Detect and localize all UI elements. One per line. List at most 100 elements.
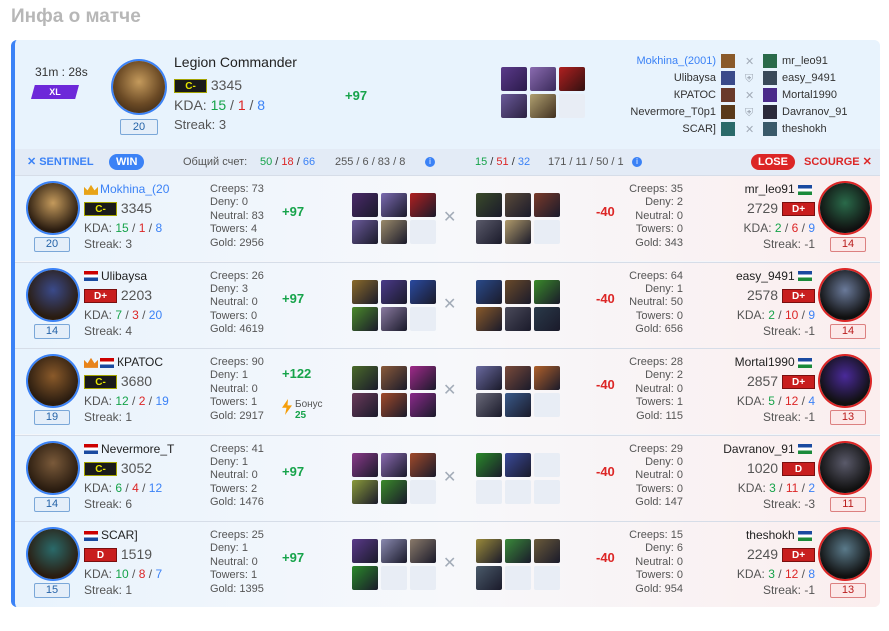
roster-player[interactable]: Ulibaysa — [630, 70, 716, 87]
item-icon[interactable] — [410, 279, 436, 304]
item-icon[interactable] — [352, 566, 378, 590]
item-icon[interactable] — [476, 220, 502, 244]
roster-hero-icons — [721, 54, 735, 139]
hero-icon — [721, 54, 735, 68]
opponent-hero-avatar[interactable] — [820, 183, 870, 233]
item-icon[interactable] — [476, 306, 502, 331]
item-icon[interactable] — [476, 566, 502, 590]
roster-player[interactable]: КРАТОС — [630, 87, 716, 104]
item-icon[interactable] — [381, 393, 407, 417]
info-icon[interactable]: i — [632, 157, 642, 167]
flag-icon — [100, 357, 114, 368]
item-icon[interactable] — [352, 539, 378, 563]
opponent-streak: Streak: -1 — [762, 410, 815, 424]
rank-badge: D+ — [782, 375, 815, 390]
swords-icon: ✕ — [443, 555, 457, 572]
item-icon[interactable] — [352, 220, 378, 244]
item-icon[interactable] — [381, 306, 407, 331]
player-hero-avatar[interactable] — [28, 183, 78, 233]
item-icon[interactable] — [352, 279, 378, 304]
item-icon[interactable] — [505, 393, 531, 417]
roster-player[interactable]: SCAR] — [630, 121, 716, 138]
opponent-mmr-change: -40 — [596, 550, 615, 565]
player-items — [352, 366, 436, 417]
item-icon[interactable] — [381, 220, 407, 244]
item-icon[interactable] — [534, 366, 560, 390]
item-icon[interactable] — [530, 94, 556, 118]
item-icon[interactable] — [381, 452, 407, 477]
item-icon[interactable] — [352, 479, 378, 504]
roster-player[interactable]: theshokh — [782, 121, 847, 138]
item-icon[interactable] — [352, 193, 378, 217]
roster-player[interactable]: Mokhina_(2001) — [630, 53, 717, 70]
item-icon[interactable] — [534, 539, 560, 563]
kda-line: KDA: 15 / 1 / 8 — [174, 97, 266, 113]
item-icon[interactable] — [410, 193, 436, 217]
item-icon[interactable] — [381, 479, 407, 504]
hero-icon — [763, 71, 777, 85]
player-hero-avatar[interactable] — [28, 269, 78, 320]
roster-player[interactable]: mr_leo91 — [782, 53, 847, 70]
opponent-hero-avatar[interactable] — [820, 356, 870, 406]
opponent-items — [476, 539, 560, 590]
opponent-rank: 1020 D — [747, 460, 815, 476]
item-icon[interactable] — [534, 306, 560, 331]
hero-avatar[interactable] — [113, 61, 165, 113]
item-icon[interactable] — [530, 67, 556, 91]
item-icon[interactable] — [476, 279, 502, 304]
item-icon[interactable] — [352, 452, 378, 477]
item-icon[interactable] — [381, 193, 407, 217]
player-hero-avatar[interactable] — [28, 442, 78, 493]
opponent-hero-avatar[interactable] — [820, 442, 870, 493]
player-hero-avatar[interactable] — [28, 529, 78, 579]
item-icon[interactable] — [476, 193, 502, 217]
item-icon[interactable] — [501, 94, 527, 118]
item-icon[interactable] — [381, 366, 407, 390]
item-icon[interactable] — [410, 393, 436, 417]
opponent-items — [476, 279, 560, 331]
opponent-rank: 2249 D+ — [747, 546, 815, 563]
hero-icon — [721, 71, 735, 85]
roster-player[interactable]: Mortal1990 — [782, 87, 847, 104]
item-icon[interactable] — [476, 539, 502, 563]
crown-icon — [84, 184, 98, 195]
empty-item-slot — [410, 220, 436, 244]
player-level: 14 — [34, 496, 70, 512]
item-icon[interactable] — [410, 366, 436, 390]
item-icon[interactable] — [534, 193, 560, 217]
item-icon[interactable] — [476, 452, 502, 477]
item-icon[interactable] — [534, 279, 560, 304]
item-icon[interactable] — [505, 193, 531, 217]
item-icon[interactable] — [410, 452, 436, 477]
item-icon[interactable] — [505, 220, 531, 244]
opponent-hero-avatar[interactable] — [820, 269, 870, 320]
item-icon[interactable] — [505, 279, 531, 304]
item-icon[interactable] — [476, 366, 502, 390]
item-icon[interactable] — [505, 306, 531, 331]
info-icon[interactable]: i — [425, 157, 435, 167]
item-icon[interactable] — [505, 539, 531, 563]
item-icon[interactable] — [501, 67, 527, 91]
lightning-icon — [282, 399, 292, 415]
roster-player[interactable]: easy_9491 — [782, 70, 847, 87]
item-icon[interactable] — [352, 306, 378, 331]
item-icon[interactable] — [410, 539, 436, 563]
player-hero-avatar[interactable] — [28, 356, 78, 406]
mmr-change: +97 — [345, 88, 368, 103]
item-icon[interactable] — [476, 393, 502, 417]
item-icon[interactable] — [559, 67, 585, 91]
item-icon[interactable] — [352, 393, 378, 417]
rank-badge: D+ — [782, 202, 815, 217]
item-icon[interactable] — [352, 366, 378, 390]
item-icon[interactable] — [505, 452, 531, 477]
opponent-hero-avatar[interactable] — [820, 529, 870, 579]
flag-icon — [798, 444, 812, 455]
roster-player[interactable]: Davranov_91 — [782, 104, 847, 121]
opponent-kda: KDA: 3 / 11 / 2 — [737, 480, 815, 495]
item-icon[interactable] — [381, 279, 407, 304]
item-icon[interactable] — [381, 539, 407, 563]
roster-player[interactable]: Nevermore_T0p1 — [630, 104, 716, 121]
item-icon[interactable] — [505, 366, 531, 390]
rank-badge: C- — [84, 202, 117, 217]
team-score-header: ✕ SENTINEL WIN Общий счет: 50 / 18 / 66 2… — [15, 149, 880, 175]
